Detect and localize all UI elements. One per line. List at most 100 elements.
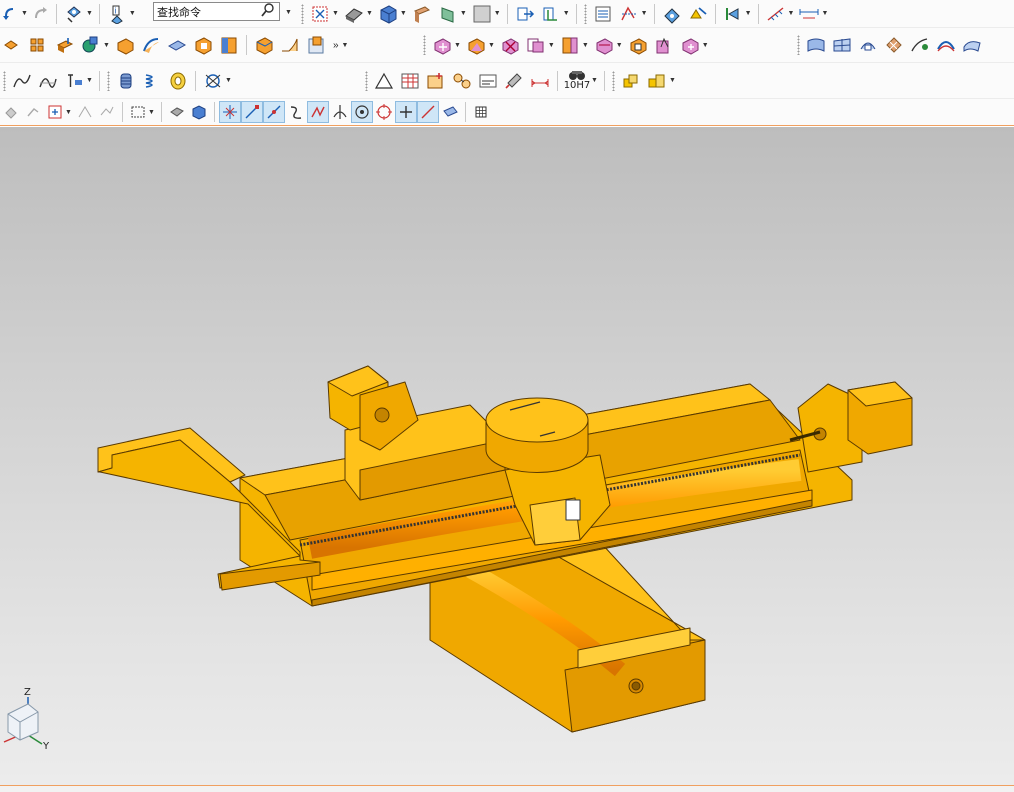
command-search-input[interactable]: [154, 3, 258, 20]
snap-curve-icon[interactable]: [285, 101, 307, 123]
replace-face-icon[interactable]: [523, 33, 549, 57]
datum-icon[interactable]: [449, 69, 475, 93]
surface-icon[interactable]: [803, 33, 829, 57]
wcs-dropdown-icon[interactable]: ▼: [563, 10, 570, 17]
spline-icon[interactable]: [9, 69, 35, 93]
rect-select-icon[interactable]: [127, 101, 149, 123]
pattern-icon[interactable]: [0, 33, 26, 57]
linear-dimension-dropdown-icon[interactable]: ▼: [821, 10, 828, 17]
curve-icon[interactable]: [35, 69, 61, 93]
command-search-box[interactable]: [153, 2, 280, 21]
snap-quadrant-icon[interactable]: [373, 101, 395, 123]
shade-icon[interactable]: [341, 2, 367, 26]
graphics-window[interactable]: Z Y: [0, 127, 1014, 785]
cube-dropdown-icon[interactable]: ▼: [400, 10, 407, 17]
shell-face-dropdown-icon[interactable]: ▼: [702, 42, 709, 49]
spring-icon[interactable]: [113, 69, 139, 93]
rotary-table[interactable]: [485, 397, 589, 473]
toolbar-grip[interactable]: [583, 3, 587, 24]
edge-blend-icon[interactable]: [251, 33, 277, 57]
selection-box-icon[interactable]: [44, 101, 66, 123]
draft-icon[interactable]: [303, 33, 329, 57]
relation-icon[interactable]: [659, 2, 685, 26]
layer-icon[interactable]: [590, 2, 616, 26]
block-icon[interactable]: [112, 33, 138, 57]
pull-face-icon[interactable]: [463, 33, 489, 57]
selection-box-dropdown-icon[interactable]: ▼: [65, 109, 72, 116]
analysis-icon[interactable]: [616, 2, 642, 26]
fit-label-dropdown-icon[interactable]: ▼: [591, 77, 598, 84]
ortho-view-icon[interactable]: [435, 2, 461, 26]
move-face-icon[interactable]: [429, 33, 455, 57]
dimension-span-icon[interactable]: [527, 69, 553, 93]
boolean-icon[interactable]: [78, 33, 104, 57]
array-icon[interactable]: [26, 33, 52, 57]
info-dropdown-icon[interactable]: ▼: [129, 10, 136, 17]
more-dropdown-icon[interactable]: ▼: [342, 42, 349, 49]
select-link-icon[interactable]: [22, 101, 44, 123]
law-extension-icon[interactable]: [959, 33, 985, 57]
color-swatch-dropdown-icon[interactable]: ▼: [494, 10, 501, 17]
resize-face-dropdown-icon[interactable]: ▼: [616, 42, 623, 49]
select-body-icon[interactable]: [166, 101, 188, 123]
rect-select-dropdown-icon[interactable]: ▼: [148, 109, 155, 116]
boolean-dropdown-icon[interactable]: ▼: [103, 42, 110, 49]
snap-center-icon[interactable]: [350, 101, 373, 123]
info-icon[interactable]: i: [104, 2, 130, 26]
toolbar-grip[interactable]: [797, 35, 800, 55]
offset-region-icon[interactable]: [557, 33, 583, 57]
snap-existing-icon[interactable]: [394, 101, 417, 123]
snap-view-icon[interactable]: [61, 2, 87, 26]
select-filter-icon[interactable]: [0, 101, 22, 123]
shell-face-icon[interactable]: [677, 33, 703, 57]
linear-dimension-icon[interactable]: [796, 2, 822, 26]
copy-face-icon[interactable]: [651, 33, 677, 57]
snap-intersect-icon[interactable]: [329, 101, 351, 123]
note-icon[interactable]: [423, 69, 449, 93]
ortho-view-dropdown-icon[interactable]: ▼: [460, 10, 467, 17]
delete-face-icon[interactable]: [497, 33, 523, 57]
section-icon[interactable]: [409, 2, 435, 26]
dimension-dropdown-icon[interactable]: ▼: [788, 10, 795, 17]
snap-end-icon[interactable]: [240, 101, 263, 123]
fit-label-icon[interactable]: 10H7: [562, 70, 592, 91]
toolbar-grip[interactable]: [423, 35, 426, 55]
snap-on-face-icon[interactable]: [439, 101, 461, 123]
select-sketch-icon[interactable]: [74, 101, 96, 123]
extrude-icon[interactable]: [52, 33, 78, 57]
trim-icon[interactable]: [855, 33, 881, 57]
table-icon[interactable]: [397, 69, 423, 93]
dimension-icon[interactable]: [763, 2, 789, 26]
redo-icon[interactable]: [30, 3, 52, 25]
view-triad[interactable]: Z Y: [3, 687, 50, 752]
add-component-icon[interactable]: [644, 69, 670, 93]
shade-dropdown-icon[interactable]: ▼: [366, 10, 373, 17]
chamfer-icon[interactable]: [277, 33, 303, 57]
blend-surface-icon[interactable]: [933, 33, 959, 57]
replace-face-dropdown-icon[interactable]: ▼: [548, 42, 555, 49]
mesh-icon[interactable]: [881, 33, 907, 57]
snap-view-dropdown-icon[interactable]: ▼: [86, 10, 93, 17]
toolbar-grip[interactable]: [3, 70, 6, 91]
through-curves-icon[interactable]: [829, 33, 855, 57]
hole-icon[interactable]: [216, 33, 242, 57]
triangle-icon[interactable]: [371, 69, 397, 93]
grid-icon[interactable]: [470, 101, 492, 123]
balloon-icon[interactable]: [475, 69, 501, 93]
toolbar-grip[interactable]: [611, 70, 615, 91]
tolerance-dropdown-icon[interactable]: ▼: [225, 77, 232, 84]
snap-tangent-icon[interactable]: [306, 101, 329, 123]
add-component-dropdown-icon[interactable]: ▼: [669, 77, 676, 84]
toolbar-grip[interactable]: [301, 3, 304, 24]
constraint-icon[interactable]: [720, 2, 746, 26]
toolbar-grip[interactable]: [106, 70, 110, 91]
model-render[interactable]: Z Y: [0, 127, 1014, 785]
select-solid-icon[interactable]: [188, 101, 210, 123]
snap-mid-icon[interactable]: [262, 101, 285, 123]
search-icon[interactable]: [260, 2, 276, 21]
undo-icon[interactable]: [0, 3, 22, 25]
toolbar-grip[interactable]: [365, 70, 368, 91]
offset-region-dropdown-icon[interactable]: ▼: [582, 42, 589, 49]
fit-view-dropdown-icon[interactable]: ▼: [332, 10, 339, 17]
wcs-icon[interactable]: [538, 2, 564, 26]
